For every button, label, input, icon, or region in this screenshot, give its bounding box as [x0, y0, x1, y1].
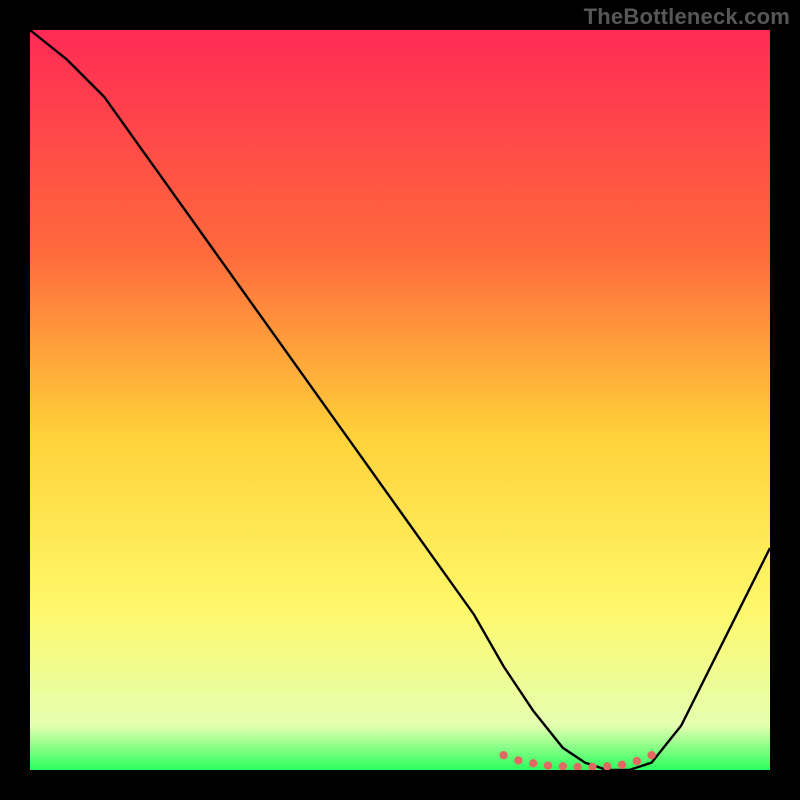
chart-svg	[30, 30, 770, 770]
valley-dot	[499, 751, 507, 759]
valley-dot	[514, 756, 522, 764]
valley-dot	[647, 751, 655, 759]
plot-area	[30, 30, 770, 770]
gradient-background	[30, 30, 770, 770]
valley-dot	[618, 761, 626, 769]
watermark-text: TheBottleneck.com	[584, 4, 790, 30]
valley-dot	[529, 759, 537, 767]
valley-dot	[633, 757, 641, 765]
valley-dot	[544, 761, 552, 769]
chart-stage: TheBottleneck.com	[0, 0, 800, 800]
